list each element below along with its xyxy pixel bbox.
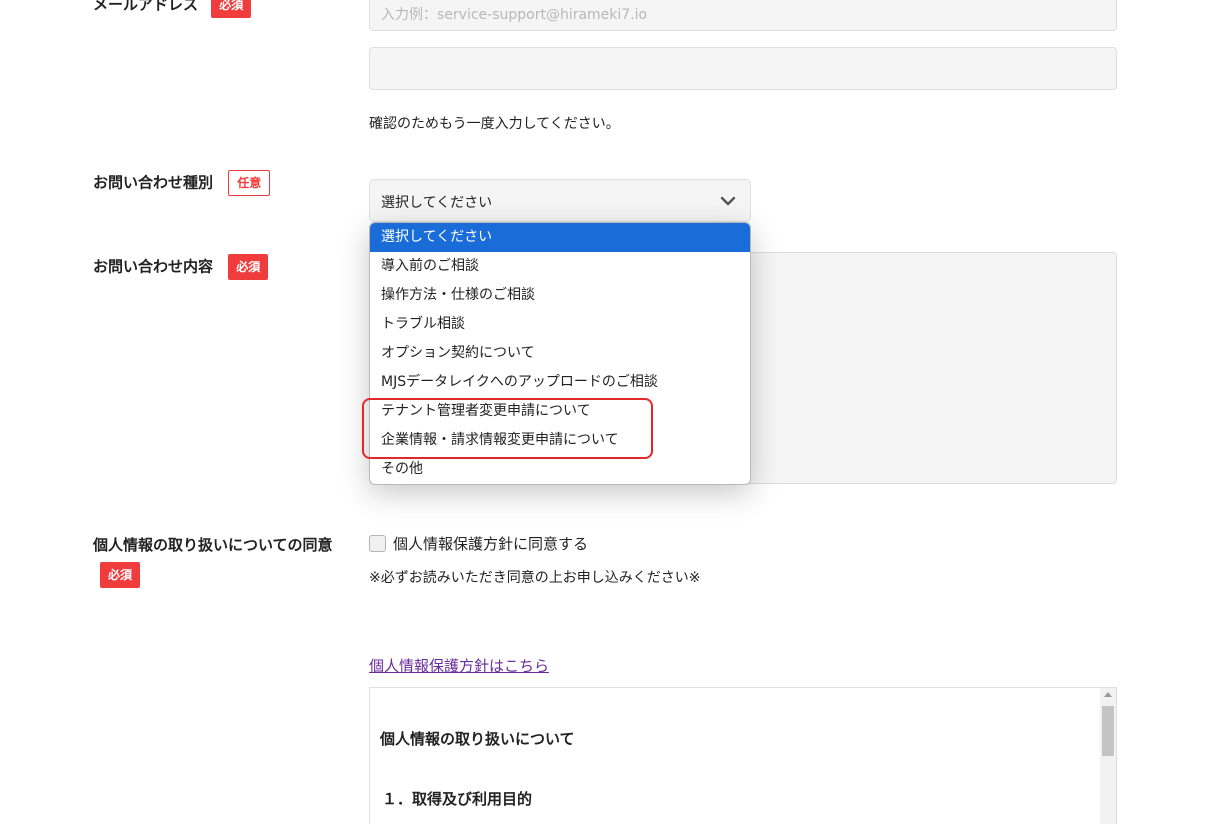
inquiry-type-label-row: お問い合わせ種別 任意 — [93, 170, 271, 196]
consent-required-badge: 必須 — [100, 562, 141, 588]
dropdown-option[interactable]: 選択してください — [370, 223, 750, 252]
dropdown-option[interactable]: MJSデータレイクへのアップロードのご相談 — [370, 368, 750, 397]
policy-section-1-heading: １．取得及び利用目的 — [382, 790, 533, 808]
inquiry-type-label: お問い合わせ種別 — [93, 173, 214, 192]
dropdown-option[interactable]: 操作方法・仕様のご相談 — [370, 281, 750, 310]
consent-note: ※必ずお読みいただき同意の上お申し込みください※ — [369, 570, 701, 586]
dropdown-option[interactable]: トラブル相談 — [370, 310, 750, 339]
policy-scrollbar[interactable] — [1100, 688, 1116, 824]
contact-form-page: メールアドレス 必須 入力例：service-support@hirameki7… — [0, 0, 1206, 824]
email-required-badge: 必須 — [211, 0, 252, 18]
inquiry-type-selected-value: 選択してください — [381, 195, 493, 211]
email-label-row: メールアドレス 必須 — [93, 0, 252, 18]
privacy-policy-scrollbox[interactable]: 個人情報の取り扱いについて １．取得及び利用目的 — [369, 687, 1117, 824]
dropdown-option[interactable]: オプション契約について — [370, 339, 750, 368]
scrollbar-thumb[interactable] — [1102, 706, 1114, 756]
highlight-annotation-box — [362, 398, 653, 459]
inquiry-type-optional-badge: 任意 — [228, 170, 271, 196]
email-confirm-input[interactable] — [369, 47, 1117, 90]
scroll-up-arrow-icon[interactable] — [1104, 692, 1112, 697]
inquiry-content-label: お問い合わせ内容 — [93, 257, 214, 276]
consent-label: 個人情報の取り扱いについての同意 — [93, 536, 333, 554]
email-input[interactable]: 入力例：service-support@hirameki7.io — [369, 0, 1117, 31]
email-confirm-note: 確認のためもう一度入力してください。 — [369, 116, 620, 132]
consent-checkbox-label[interactable]: 個人情報保護方針に同意する — [393, 533, 588, 554]
dropdown-option[interactable]: 導入前のご相談 — [370, 252, 750, 281]
consent-checkbox[interactable] — [369, 535, 386, 552]
inquiry-content-required-badge: 必須 — [228, 254, 269, 280]
chevron-down-icon — [720, 196, 736, 206]
inquiry-content-label-row: お問い合わせ内容 必須 — [93, 254, 269, 280]
email-placeholder: 入力例：service-support@hirameki7.io — [381, 7, 648, 24]
email-label: メールアドレス — [93, 0, 199, 14]
dropdown-option[interactable]: その他 — [370, 455, 750, 484]
policy-heading: 個人情報の取り扱いについて — [380, 730, 575, 748]
privacy-policy-link[interactable]: 個人情報保護方針はこちら — [369, 655, 549, 676]
inquiry-type-select[interactable]: 選択してください — [369, 179, 751, 222]
